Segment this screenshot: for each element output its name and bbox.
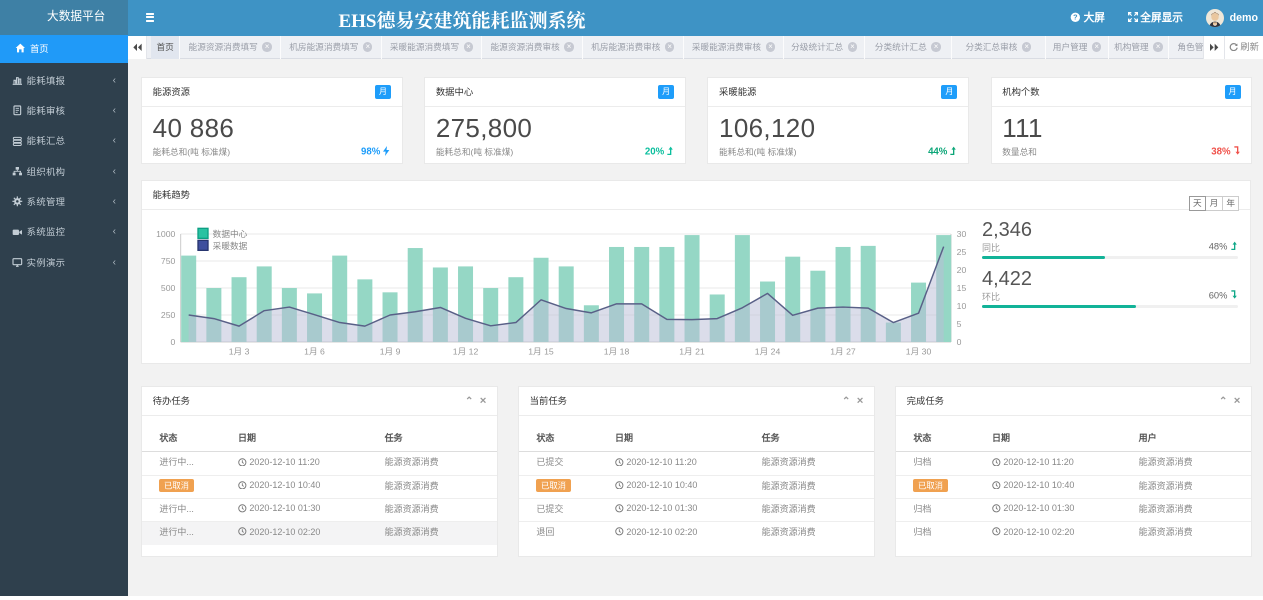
svg-text:0: 0 bbox=[171, 337, 176, 347]
svg-text:0: 0 bbox=[957, 337, 962, 347]
svg-text:数据中心: 数据中心 bbox=[213, 228, 248, 239]
svg-text:1000: 1000 bbox=[156, 229, 175, 239]
svg-text:20: 20 bbox=[957, 265, 967, 275]
svg-text:1月 21: 1月 21 bbox=[679, 347, 705, 357]
svg-text:250: 250 bbox=[161, 310, 176, 320]
svg-text:25: 25 bbox=[957, 247, 967, 257]
svg-text:500: 500 bbox=[161, 283, 176, 293]
svg-text:10: 10 bbox=[957, 301, 967, 311]
svg-text:1月 24: 1月 24 bbox=[755, 347, 781, 357]
svg-text:750: 750 bbox=[161, 256, 176, 266]
svg-text:1月 12: 1月 12 bbox=[453, 347, 479, 357]
svg-text:1月 18: 1月 18 bbox=[604, 347, 630, 357]
svg-text:采暖数据: 采暖数据 bbox=[213, 240, 248, 251]
svg-text:?: ? bbox=[1073, 13, 1078, 22]
svg-text:1月 27: 1月 27 bbox=[830, 347, 856, 357]
svg-text:15: 15 bbox=[957, 283, 967, 293]
svg-text:1月 15: 1月 15 bbox=[528, 347, 554, 357]
svg-text:1月 3: 1月 3 bbox=[229, 347, 250, 357]
svg-text:30: 30 bbox=[957, 229, 967, 239]
svg-text:1月 6: 1月 6 bbox=[304, 347, 325, 357]
svg-text:1月 9: 1月 9 bbox=[380, 347, 401, 357]
svg-text:5: 5 bbox=[957, 319, 962, 329]
svg-text:1月 30: 1月 30 bbox=[906, 347, 932, 357]
